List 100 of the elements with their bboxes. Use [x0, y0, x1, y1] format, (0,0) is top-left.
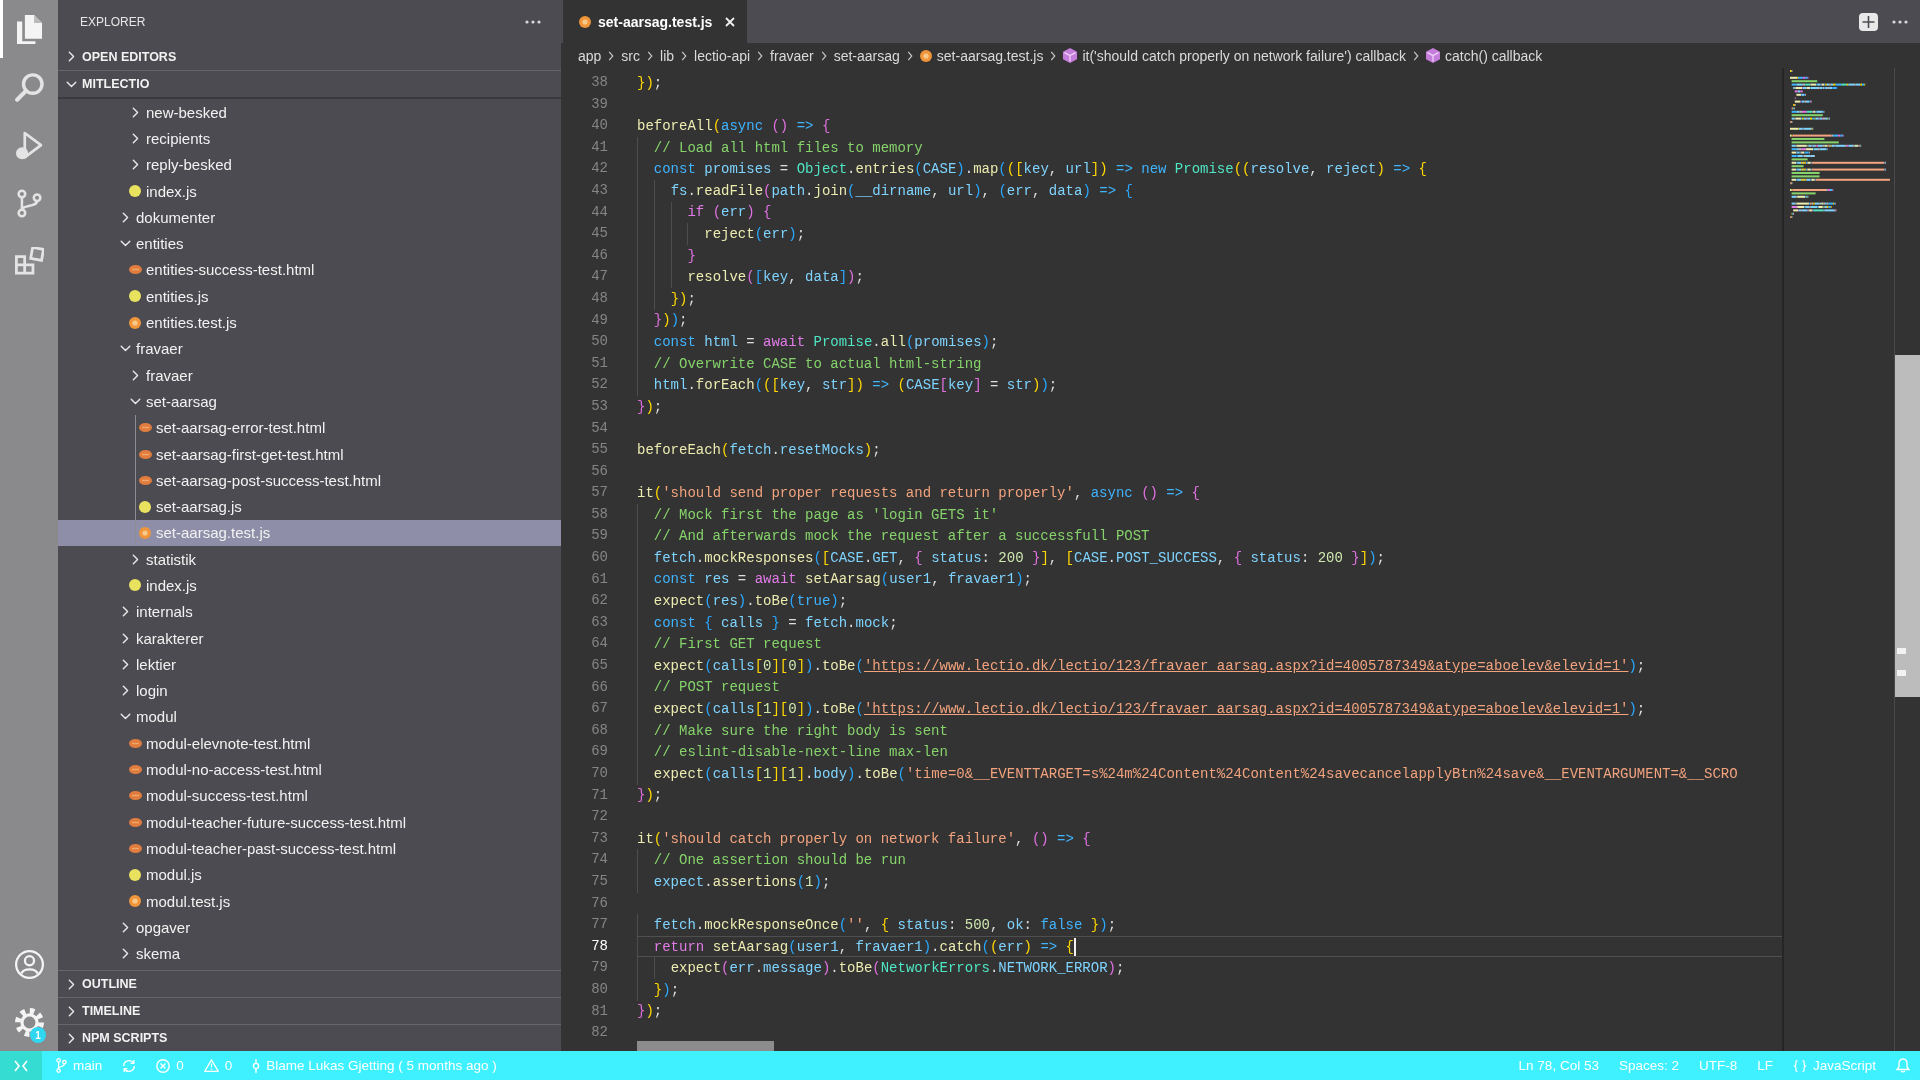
chevron-right-icon [820, 50, 827, 61]
line-number: 40 [591, 117, 608, 134]
file-item[interactable]: set-aarsag-error-test.html [58, 414, 561, 441]
bell-icon[interactable] [1896, 1058, 1910, 1073]
section-header[interactable]: OPEN EDITORS [58, 43, 561, 70]
file-item[interactable]: set-aarsag-first-get-test.html [58, 440, 561, 468]
file-item[interactable]: index.js [58, 177, 561, 205]
editor-tab[interactable]: set-aarsag.test.js [563, 0, 748, 43]
line-number: 42 [591, 160, 608, 177]
folder-item[interactable]: set-aarsag [58, 388, 561, 415]
file-item[interactable]: entities.js [58, 283, 561, 310]
file-item[interactable]: entities-success-test.html [58, 256, 561, 284]
file-icon [128, 817, 142, 827]
line-number: 53 [591, 397, 608, 414]
account-icon[interactable] [14, 949, 44, 979]
file-item[interactable]: set-aarsag-post-success-test.html [58, 467, 561, 494]
line-number: 74 [591, 851, 608, 868]
folder-item[interactable]: entities [58, 230, 561, 257]
chevron-right-icon [906, 50, 913, 61]
line-number: 64 [591, 635, 608, 652]
more-icon[interactable] [1892, 19, 1908, 24]
file-icon [129, 185, 141, 198]
line-number: 82 [591, 1024, 608, 1041]
code-line: }); [637, 74, 663, 91]
breadcrumb-item[interactable]: catch() callback [1426, 47, 1543, 64]
breadcrumb-item[interactable]: set-aarsag [833, 47, 900, 64]
sync-icon[interactable] [122, 1058, 137, 1073]
folder-item[interactable]: skema [58, 940, 561, 967]
folder-item[interactable]: fravaer [58, 335, 561, 362]
file-item[interactable]: modul-no-access-test.html [58, 756, 561, 783]
section-header[interactable]: TIMELINE [58, 997, 561, 1024]
chevron-right-icon [757, 50, 764, 61]
code-line: })); [653, 312, 688, 329]
split-editor-icon[interactable] [1859, 12, 1878, 31]
file-icon [128, 791, 142, 801]
commit-icon [252, 1058, 261, 1073]
code-line: // Overwrite CASE to actual html-string [653, 355, 982, 372]
blocks-icon [14, 246, 44, 276]
folder-item[interactable]: statistik [58, 546, 561, 573]
file-item[interactable]: entities.test.js [58, 309, 561, 336]
settings-icon[interactable] [14, 1007, 44, 1037]
file-item[interactable]: modul-teacher-future-success-test.html [58, 809, 561, 836]
line-number: 50 [591, 333, 608, 350]
folder-item[interactable]: fravaer [58, 361, 561, 389]
folder-item[interactable]: reply-besked [58, 151, 561, 178]
file-item[interactable]: modul-teacher-past-success-test.html [58, 835, 561, 862]
line-number: 54 [591, 419, 608, 436]
code-line: expect(calls[1][0]).toBe('https://www.lectio.dk/lectio/123/fravaer_aarsag.aspx?id=4005787349&atype=aboelev&elevid=1'); [653, 701, 1646, 717]
scrollbar-thumb[interactable] [637, 1041, 774, 1051]
line-number: 67 [591, 700, 608, 717]
file-item[interactable]: modul-success-test.html [58, 782, 561, 809]
folder-item[interactable]: karakterer [58, 624, 561, 652]
code-line: expect(err.message).toBe(NetworkErrors.NETWORK_ERROR); [670, 960, 1125, 977]
code-line: expect.assertions(1); [653, 873, 831, 890]
code-line: // POST request [653, 679, 780, 696]
file-icon [129, 290, 141, 303]
file-item[interactable]: index.js [58, 572, 561, 599]
breadcrumb-item[interactable]: lib [660, 47, 675, 64]
code-line: // First GET request [653, 636, 822, 653]
code-line: beforeEach(fetch.resetMocks); [637, 441, 881, 458]
file-icon [129, 868, 141, 881]
breadcrumb-item[interactable]: fravaer [770, 47, 814, 64]
line-number: 49 [591, 311, 608, 328]
code-line: const res = await setAarsag(user1, fravaer1); [653, 571, 1032, 588]
file-icon [128, 765, 142, 775]
line-number: 38 [591, 74, 608, 90]
folder-item[interactable]: new-besked [58, 99, 561, 126]
section-header[interactable]: MITLECTIO [58, 70, 561, 97]
code-line: return setAarsag(user1, fravaer1).catch((err) => { [653, 938, 1074, 955]
files-icon [14, 14, 44, 44]
folder-item[interactable]: internals [58, 598, 561, 625]
breadcrumb-item[interactable]: app [578, 47, 602, 64]
close-icon[interactable] [725, 16, 736, 27]
folder-item[interactable]: dokumenter [58, 204, 561, 231]
file-icon [138, 475, 152, 485]
line-number: 46 [591, 246, 608, 263]
code-line: it('should catch properly on network failure', () => { [637, 830, 1091, 847]
file-icon [579, 15, 591, 28]
scrollbar-thumb[interactable] [1895, 355, 1920, 697]
file-item[interactable]: modul.js [58, 861, 561, 888]
folder-item[interactable]: modul [58, 703, 561, 731]
more-icon[interactable] [525, 19, 541, 24]
breadcrumb-item[interactable]: src [621, 47, 641, 64]
code-line: // Make sure the right body is sent [653, 722, 948, 739]
code-line: resolve([key, data]); [687, 269, 864, 286]
file-item[interactable]: modul-elevnote-test.html [58, 730, 561, 757]
breadcrumb-item[interactable]: set-aarsag.test.js [919, 47, 1044, 64]
remote-button[interactable] [0, 1051, 42, 1080]
file-item[interactable]: modul.test.js [58, 887, 561, 915]
file-item[interactable]: set-aarsag.js [58, 493, 561, 520]
section-header[interactable]: OUTLINE [58, 970, 561, 997]
folder-item[interactable]: login [58, 677, 561, 704]
line-number: 73 [591, 829, 608, 846]
folder-item[interactable]: opgaver [58, 914, 561, 941]
folder-item[interactable]: recipients [58, 125, 561, 152]
line-number: 57 [591, 484, 608, 501]
folder-item[interactable]: lektier [58, 651, 561, 678]
line-number: 41 [591, 138, 608, 155]
breadcrumb-item[interactable]: it('should catch properly on network failure') callback [1063, 47, 1407, 64]
breadcrumb-item[interactable]: lectio-api [694, 47, 751, 64]
